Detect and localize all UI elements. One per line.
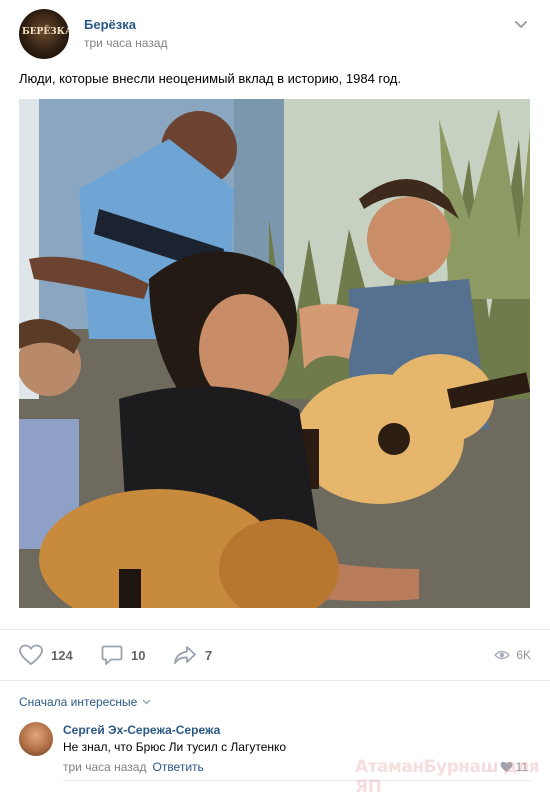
post-actions: 124 10 7 6K [19, 643, 531, 667]
comments-sort-dropdown[interactable]: Сначала интересные [19, 695, 151, 709]
sort-label: Сначала интересные [19, 695, 138, 709]
comment-time[interactable]: три часа назад [63, 760, 146, 774]
post-text: Люди, которые внесли неоценимый вклад в … [19, 71, 402, 86]
watermark: АтаманБурнаш для ЯП [355, 757, 540, 797]
comment-text: Не знал, что Брюс Ли тусил с Лагутенко [63, 740, 287, 754]
post-time[interactable]: три часа назад [84, 36, 167, 50]
share-button[interactable]: 7 [173, 643, 212, 667]
divider-comments [0, 680, 550, 681]
group-name-link[interactable]: Берёзка [84, 17, 136, 32]
comment-icon [101, 645, 123, 665]
eye-icon [494, 650, 511, 660]
avatar-logo-text: БЕРЁЗКА [22, 27, 69, 37]
chevron-down-icon[interactable] [514, 20, 528, 30]
like-count: 124 [51, 647, 73, 663]
share-icon [174, 646, 196, 664]
divider-top [0, 629, 550, 630]
comment-author-link[interactable]: Сергей Эх-Сережа-Сережа [63, 723, 220, 737]
comment-author-avatar[interactable] [19, 722, 53, 756]
post-header: БЕРЁЗКА Берёзка три часа назад [19, 9, 531, 61]
like-button[interactable]: 124 [19, 643, 73, 667]
share-count: 7 [205, 647, 213, 663]
chevron-down-icon [142, 699, 151, 705]
comment-button[interactable]: 10 [101, 643, 145, 667]
post-photo[interactable] [19, 99, 530, 608]
group-avatar[interactable]: БЕРЁЗКА [19, 9, 69, 59]
views-count: 6K [516, 648, 531, 662]
comment-count: 10 [131, 647, 146, 663]
views-counter: 6K [494, 643, 531, 667]
photo-illustration [19, 99, 530, 608]
comment-meta: три часа назад Ответить [63, 760, 204, 774]
reply-button[interactable]: Ответить [152, 760, 203, 774]
heart-icon [19, 644, 43, 666]
